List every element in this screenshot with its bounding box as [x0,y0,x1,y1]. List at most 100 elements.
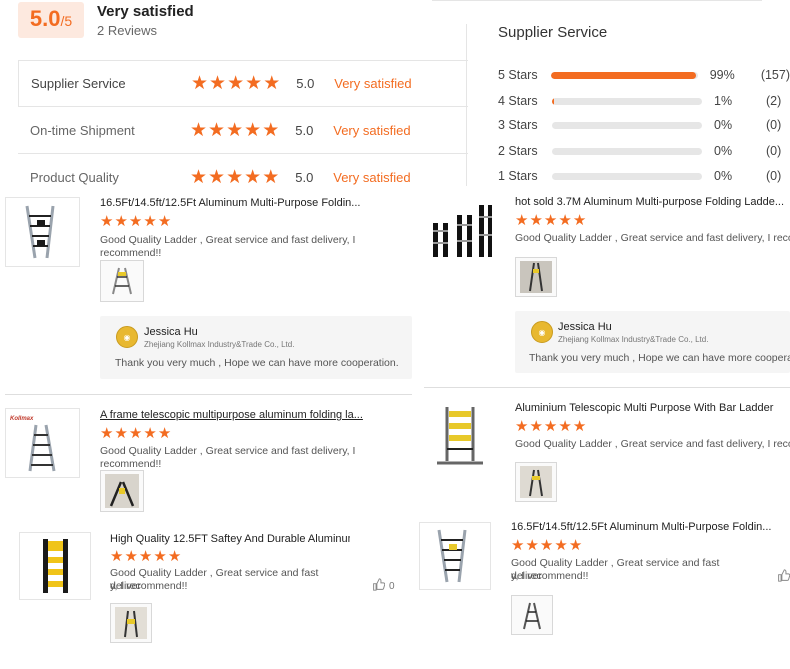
rating-row-supplier-service: Supplier Service ★ ★ ★ ★ ★ 5.0 Very satisfie… [18,60,468,107]
distribution-label: 2 Stars [498,144,538,158]
rating-level: Very satisfied [333,122,411,138]
star-icon: ★ [209,73,227,94]
ladder-photo [112,267,132,295]
distribution-row: 5 Stars 99% (157) [498,66,790,84]
reply-author: Jessica Hu [558,321,612,333]
distribution-count: (0) [766,144,782,158]
star-icon: ★ [262,119,280,141]
star-icon: ★ [511,537,525,554]
product-title-link[interactable]: Aluminium Telescopic Multi Purpose With … [515,402,790,414]
distribution-bar [552,172,702,180]
product-image[interactable] [19,532,91,600]
ladder-photo [115,607,147,639]
star-icon: ★ [529,212,543,229]
like-button[interactable] [777,569,790,585]
review-text-line: y, I recommend!! [511,570,589,582]
distribution-percent: 0% [714,169,733,183]
distribution-percent: 99% [709,68,735,82]
distribution-row: 2 Stars 0% (0) [498,142,790,160]
divider [5,394,412,395]
star-icon: ★ [153,548,167,565]
star-icon: ★ [263,73,281,94]
star-icon: ★ [227,73,245,94]
ladder-image [25,205,54,259]
star-icon: ★ [208,167,226,188]
review-photo[interactable] [100,260,144,302]
seller-reply: ◉ Jessica Hu Zhejiang Kollmax Industry&T… [100,316,412,379]
thumbs-up-icon [372,578,386,594]
review-stars: ★ ★ ★ ★ ★ [110,549,181,564]
star-icon: ★ [262,167,280,188]
product-image[interactable]: Kollmax [5,408,80,478]
review-photo[interactable] [515,257,557,297]
distribution-bar [552,147,702,155]
overall-satisfaction: Very satisfied [97,3,194,20]
review-photo[interactable] [100,470,144,512]
distribution-percent: 0% [714,118,733,132]
star-icon: ★ [572,418,587,435]
star-icon: ★ [515,418,529,435]
rating-label: Product Quality [30,170,119,185]
star-icon: ★ [572,212,587,229]
ladder-photo [523,602,541,630]
product-title-link[interactable]: High Quality 12.5FT Saftey And Durable A… [110,533,350,545]
product-title-link[interactable]: 16.5Ft/14.5ft/12.5Ft Aluminum Multi-Purp… [100,197,400,209]
star-icon: ★ [515,212,529,229]
distribution-row: 4 Stars 1% (2) [498,92,790,110]
ladder-image [432,205,492,257]
star-icon: ★ [114,425,128,442]
product-title-link[interactable]: hot sold 3.7M Aluminum Multi-purpose Fol… [515,196,790,208]
reply-company: Zhejiang Kollmax Industry&Trade Co., Ltd… [144,340,295,349]
star-icon: ★ [191,73,209,94]
overall-score-badge: 5.0 /5 [18,2,84,38]
reply-author: Jessica Hu [144,326,198,338]
product-image[interactable] [424,402,495,470]
distribution-count: (0) [766,118,782,132]
like-count: 0 [389,580,395,592]
like-button[interactable]: 0 [372,578,395,594]
review-photo[interactable] [110,603,152,643]
product-title-link[interactable]: 16.5Ft/14.5ft/12.5Ft Aluminum Multi-Purp… [511,521,786,533]
distribution-row: 1 Stars 0% (0) [498,167,790,185]
distribution-bar [550,71,698,79]
distribution-label: 4 Stars [498,94,538,108]
reviews-count[interactable]: 2 Reviews [97,23,157,38]
review-text: Good Quality Ladder , Great service and … [515,232,790,244]
star-icon: ★ [525,537,539,554]
review-stars: ★ ★ ★ ★ ★ [100,214,171,229]
star-icon: ★ [226,167,244,188]
ladder-image [43,539,68,593]
product-title-link[interactable]: A frame telescopic multipurpose aluminum… [100,409,400,421]
star-icon: ★ [554,537,568,554]
overall-score: 5.0 [29,6,61,31]
divider [432,0,762,1]
star-icon: ★ [568,537,583,554]
distribution-label: 3 Stars [498,118,538,132]
ladder-image: Kollmax [10,416,55,472]
avatar-icon: ◉ [531,321,553,343]
star-icon: ★ [128,213,143,230]
rating-label: On-time Shipment [30,122,135,138]
star-icon: ★ [244,167,262,188]
review-stars: ★ ★ ★ ★ ★ [511,538,582,553]
product-image[interactable] [424,197,495,265]
star-icon: ★ [208,119,226,141]
distribution-percent: 0% [714,144,733,158]
star-icon: ★ [100,213,114,230]
rating-stars: ★ ★ ★ ★ ★ [190,168,279,187]
star-icon: ★ [110,548,124,565]
review-photo[interactable] [511,595,553,635]
star-icon: ★ [539,537,554,554]
rating-score: 5.0 [295,122,314,138]
distribution-count: (157) [760,68,790,82]
product-image[interactable] [419,522,491,590]
distribution-count: (2) [766,94,782,108]
review-photo[interactable] [515,462,557,502]
distribution-label: 5 Stars [498,68,538,82]
rating-stars: ★ ★ ★ ★ ★ [190,121,279,140]
thumbs-up-icon [777,569,790,585]
distribution-count: (0) [766,169,782,183]
rating-level: Very satisfied [334,76,412,91]
star-icon: ★ [138,548,153,565]
product-image[interactable] [5,197,80,267]
